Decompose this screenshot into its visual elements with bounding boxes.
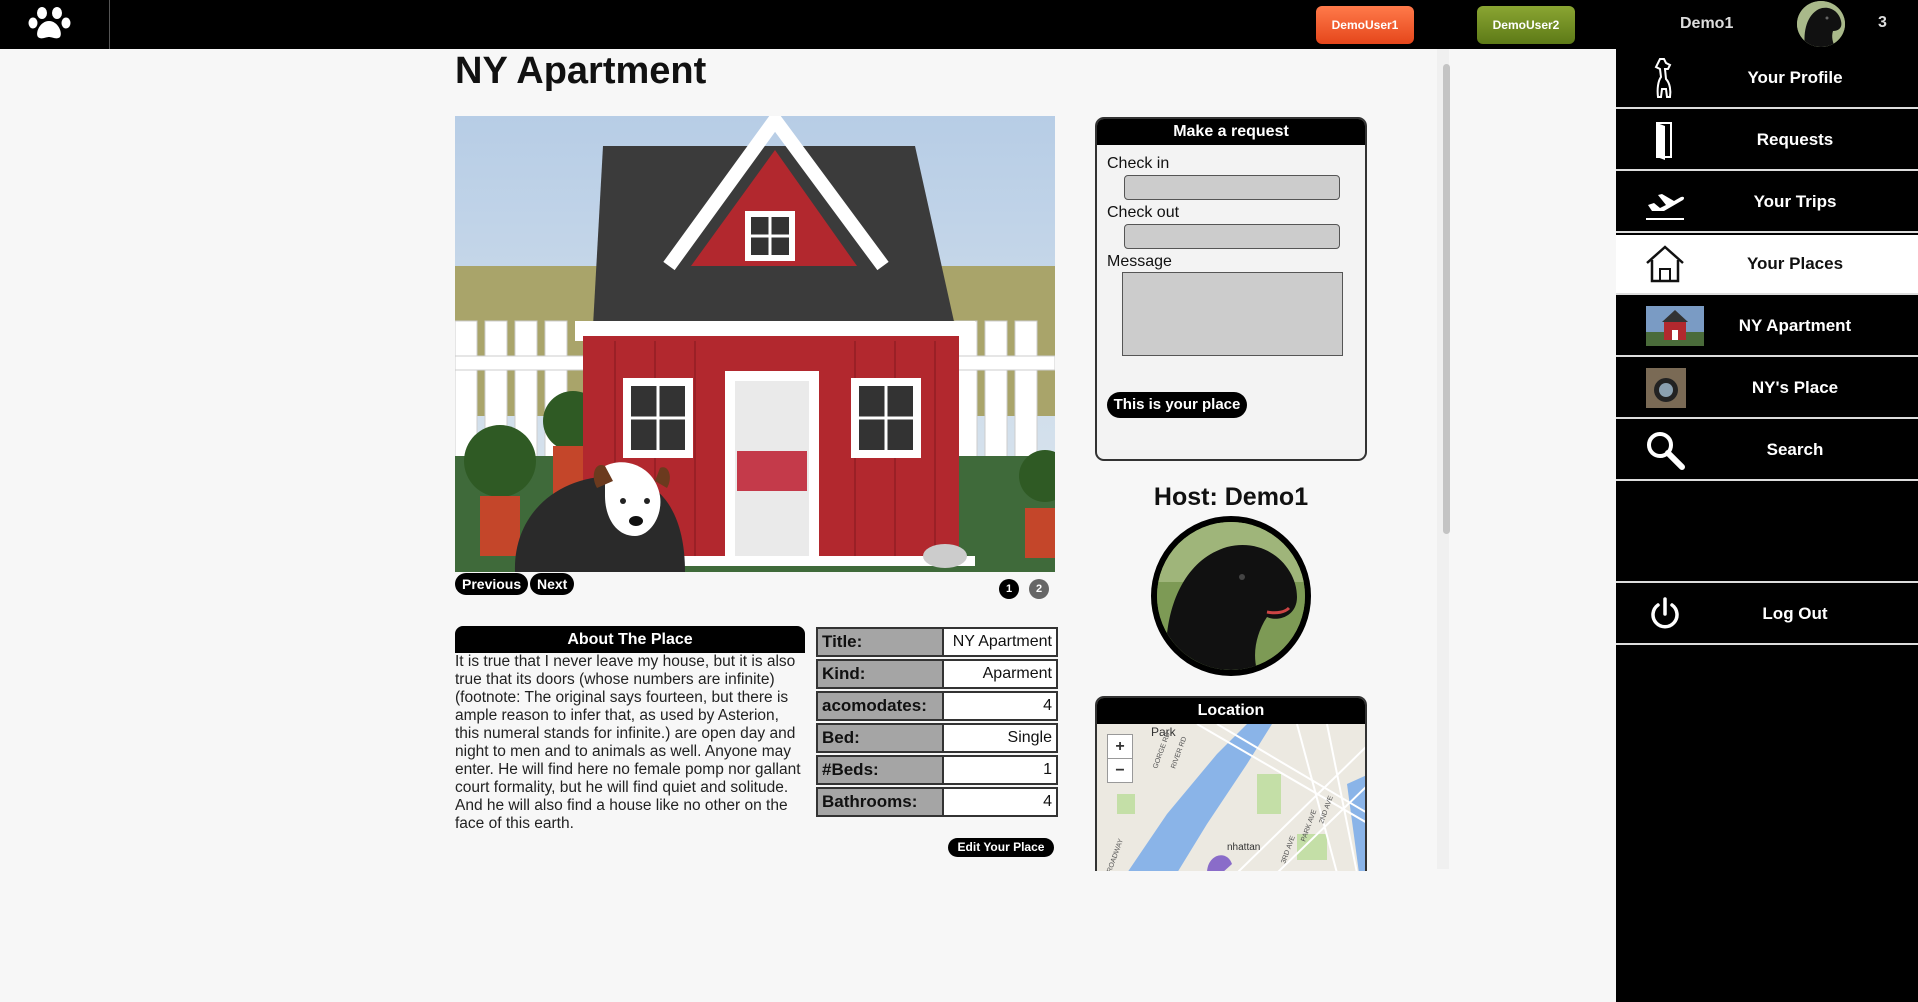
- sidebar-item-log-out[interactable]: Log Out: [1616, 585, 1918, 645]
- sidebar-user-header: Demo1 3: [1616, 0, 1918, 49]
- table-row: Title: NY Apartment: [816, 627, 1058, 657]
- next-button[interactable]: Next: [530, 573, 575, 595]
- detail-value: NY Apartment: [942, 627, 1058, 657]
- detail-label: Kind:: [816, 659, 944, 689]
- sidebar-item-label: NY Apartment: [1738, 316, 1852, 335]
- sidebar-item-label: Your Profile: [1747, 68, 1843, 87]
- sidebar-item-label: Your Trips: [1753, 192, 1837, 211]
- detail-label: #Beds:: [816, 755, 944, 785]
- check-in-label: Check in: [1107, 155, 1170, 172]
- sidebar-spacer: [1616, 483, 1918, 583]
- check-in-input[interactable]: [1124, 175, 1340, 200]
- table-row: #Beds: 1: [816, 755, 1058, 785]
- detail-value: 4: [942, 691, 1058, 721]
- this-is-your-place-button[interactable]: This is your place: [1107, 392, 1247, 418]
- sidebar-item-search[interactable]: Search: [1616, 421, 1918, 481]
- sidebar-item-your-trips[interactable]: Your Trips: [1616, 173, 1918, 233]
- request-heading: Make a request: [1097, 119, 1365, 145]
- host-avatar[interactable]: [1151, 516, 1311, 676]
- place-photo: [455, 116, 1055, 572]
- sidebar-item-nys-place[interactable]: NY's Place: [1616, 359, 1918, 419]
- sidebar-username[interactable]: Demo1: [1680, 15, 1733, 33]
- table-row: acomodates: 4: [816, 691, 1058, 721]
- sidebar-item-your-places[interactable]: Your Places: [1616, 235, 1918, 295]
- request-panel: Make a request Check in Check out Messag…: [1095, 117, 1367, 461]
- map[interactable]: Park GORGE RD RIVER RD ROADWAY nhattan 3…: [1097, 723, 1365, 871]
- sidebar-item-label: NY's Place: [1751, 378, 1839, 397]
- sidebar-item-label: Your Places: [1746, 254, 1844, 273]
- detail-value: 1: [942, 755, 1058, 785]
- sidebar-item-your-profile[interactable]: Your Profile: [1616, 49, 1918, 109]
- detail-value: Aparment: [942, 659, 1058, 689]
- detail-label: Bed:: [816, 723, 944, 753]
- sidebar-item-label: Log Out: [1762, 604, 1828, 623]
- sidebar-item-label: Search: [1766, 440, 1824, 459]
- top-bar: DemoUser1 DemoUser2: [0, 0, 1616, 49]
- paw-logo-icon[interactable]: [0, 0, 110, 49]
- map-label: nhattan: [1227, 842, 1260, 853]
- message-label: Message: [1107, 253, 1172, 270]
- check-out-input[interactable]: [1124, 224, 1340, 249]
- scrollbar-thumb[interactable]: [1443, 64, 1450, 534]
- page-title: NY Apartment: [455, 50, 707, 92]
- detail-label: Title:: [816, 627, 944, 657]
- notification-count: 3: [1878, 14, 1887, 31]
- avatar[interactable]: [1797, 1, 1845, 47]
- table-row: Bathrooms: 4: [816, 787, 1058, 817]
- previous-button[interactable]: Previous: [455, 573, 529, 595]
- host-name: Host: Demo1: [1153, 483, 1309, 511]
- zoom-in-button[interactable]: +: [1107, 734, 1133, 759]
- detail-label: acomodates:: [816, 691, 944, 721]
- check-out-label: Check out: [1107, 204, 1180, 221]
- table-row: Bed: Single: [816, 723, 1058, 753]
- sidebar: Demo1 3 Your Profile Requests Your Trips: [1616, 0, 1918, 1002]
- gallery-page-1[interactable]: 1: [999, 579, 1019, 599]
- detail-label: Bathrooms:: [816, 787, 944, 817]
- sidebar-item-ny-apartment[interactable]: NY Apartment: [1616, 297, 1918, 357]
- sidebar-item-requests[interactable]: Requests: [1616, 111, 1918, 171]
- detail-value: 4: [942, 787, 1058, 817]
- location-panel: Location Park GORGE RD RIVER RD ROADWAY …: [1095, 696, 1367, 871]
- message-textarea[interactable]: [1122, 272, 1343, 356]
- demo-user2-button[interactable]: DemoUser2: [1477, 6, 1575, 44]
- detail-value: Single: [942, 723, 1058, 753]
- gallery-page-2[interactable]: 2: [1029, 579, 1049, 599]
- edit-place-button[interactable]: Edit Your Place: [948, 838, 1054, 857]
- table-row: Kind: Aparment: [816, 659, 1058, 689]
- sidebar-item-label: Requests: [1756, 130, 1834, 149]
- location-heading: Location: [1097, 698, 1365, 724]
- demo-user1-button[interactable]: DemoUser1: [1316, 6, 1414, 44]
- about-heading: About The Place: [455, 626, 805, 653]
- zoom-out-button[interactable]: −: [1107, 758, 1133, 783]
- about-description: It is true that I never leave my house, …: [455, 653, 801, 832]
